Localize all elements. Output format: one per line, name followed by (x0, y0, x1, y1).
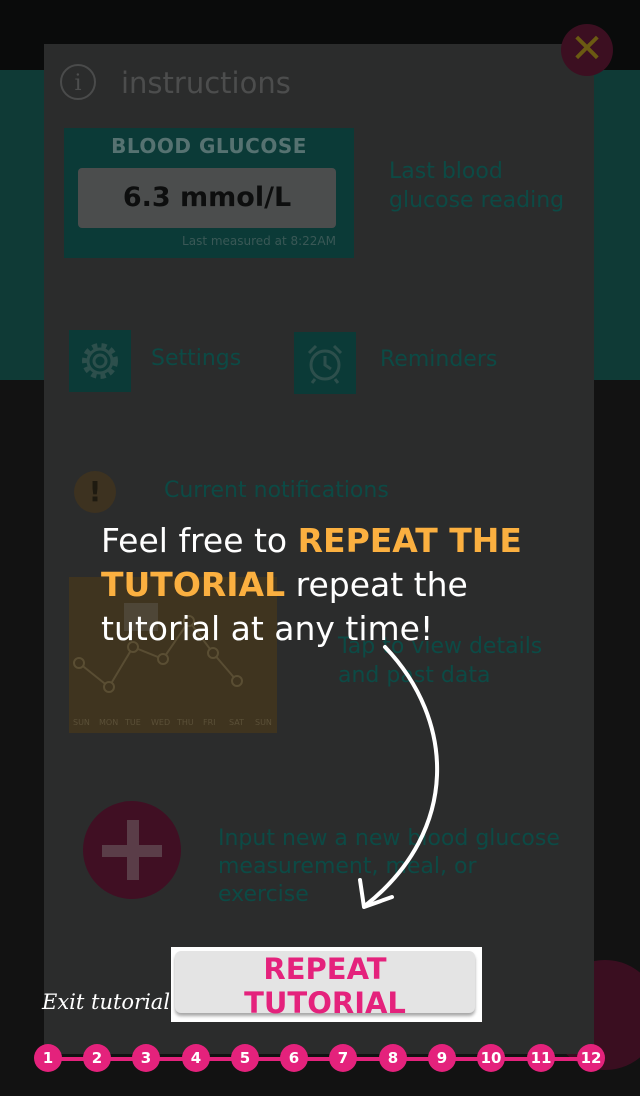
glucose-description: Last blood glucose reading (389, 159, 565, 213)
step-8[interactable]: 8 (379, 1044, 407, 1072)
mini-chart-day-label: FRI (203, 718, 216, 727)
mini-chart-day-label: TUE (124, 718, 141, 727)
plus-icon (83, 801, 181, 899)
tutorial-progress: 1 2 3 4 5 6 7 8 9 10 11 12 (34, 1044, 608, 1074)
step-5[interactable]: 5 (231, 1044, 259, 1072)
blood-glucose-value: 6.3 mmol/L (78, 168, 336, 228)
mini-chart-day-label: MON (99, 718, 118, 727)
alarm-clock-icon (294, 332, 356, 394)
mini-chart-day-label: WED (151, 718, 170, 727)
blood-glucose-card: BLOOD GLUCOSE 6.3 mmol/L Last measured a… (64, 128, 354, 258)
mini-chart-point-4 (157, 653, 169, 665)
step-1[interactable]: 1 (34, 1044, 62, 1072)
mini-chart-day-label: SUN (73, 718, 90, 727)
message-prefix: Feel free to (101, 521, 288, 560)
mini-chart-day-label: SUN (255, 718, 272, 727)
mini-chart-day-label: SAT (229, 718, 244, 727)
gear-icon (69, 330, 131, 392)
step-2[interactable]: 2 (83, 1044, 111, 1072)
mini-chart-point-2 (103, 681, 115, 693)
progress-line (48, 1057, 594, 1061)
step-6[interactable]: 6 (280, 1044, 308, 1072)
step-7[interactable]: 7 (329, 1044, 357, 1072)
last-measured-text: Last measured at 8:22AM (182, 234, 336, 248)
blood-glucose-title: BLOOD GLUCOSE (111, 134, 307, 158)
step-11[interactable]: 11 (527, 1044, 555, 1072)
reminders-label: Reminders (380, 347, 498, 372)
settings-label: Settings (151, 346, 242, 371)
step-10[interactable]: 10 (477, 1044, 505, 1072)
mini-chart-point-7 (231, 675, 243, 687)
close-icon[interactable]: ✕ (561, 24, 613, 76)
panel-title: instructions (121, 66, 291, 100)
step-4[interactable]: 4 (182, 1044, 210, 1072)
exclamation-icon: ! (74, 471, 116, 513)
step-9[interactable]: 9 (428, 1044, 456, 1072)
repeat-tutorial-highlight: REPEAT TUTORIAL (171, 947, 482, 1022)
input-description: Input new a new blood glucose measuremen… (218, 826, 560, 907)
step-3[interactable]: 3 (132, 1044, 160, 1072)
step-12[interactable]: 12 (577, 1044, 605, 1072)
notifications-label: Current notifications (164, 478, 389, 503)
repeat-tutorial-button[interactable]: REPEAT TUTORIAL (175, 951, 475, 1020)
mini-chart-point-1 (73, 657, 85, 669)
exit-tutorial-link[interactable]: Exit tutorial (42, 990, 170, 1014)
mini-chart-day-label: THU (176, 718, 194, 727)
tutorial-message: Feel free to REPEAT THE TUTORIAL repeat … (101, 519, 591, 651)
info-icon: i (60, 64, 96, 100)
